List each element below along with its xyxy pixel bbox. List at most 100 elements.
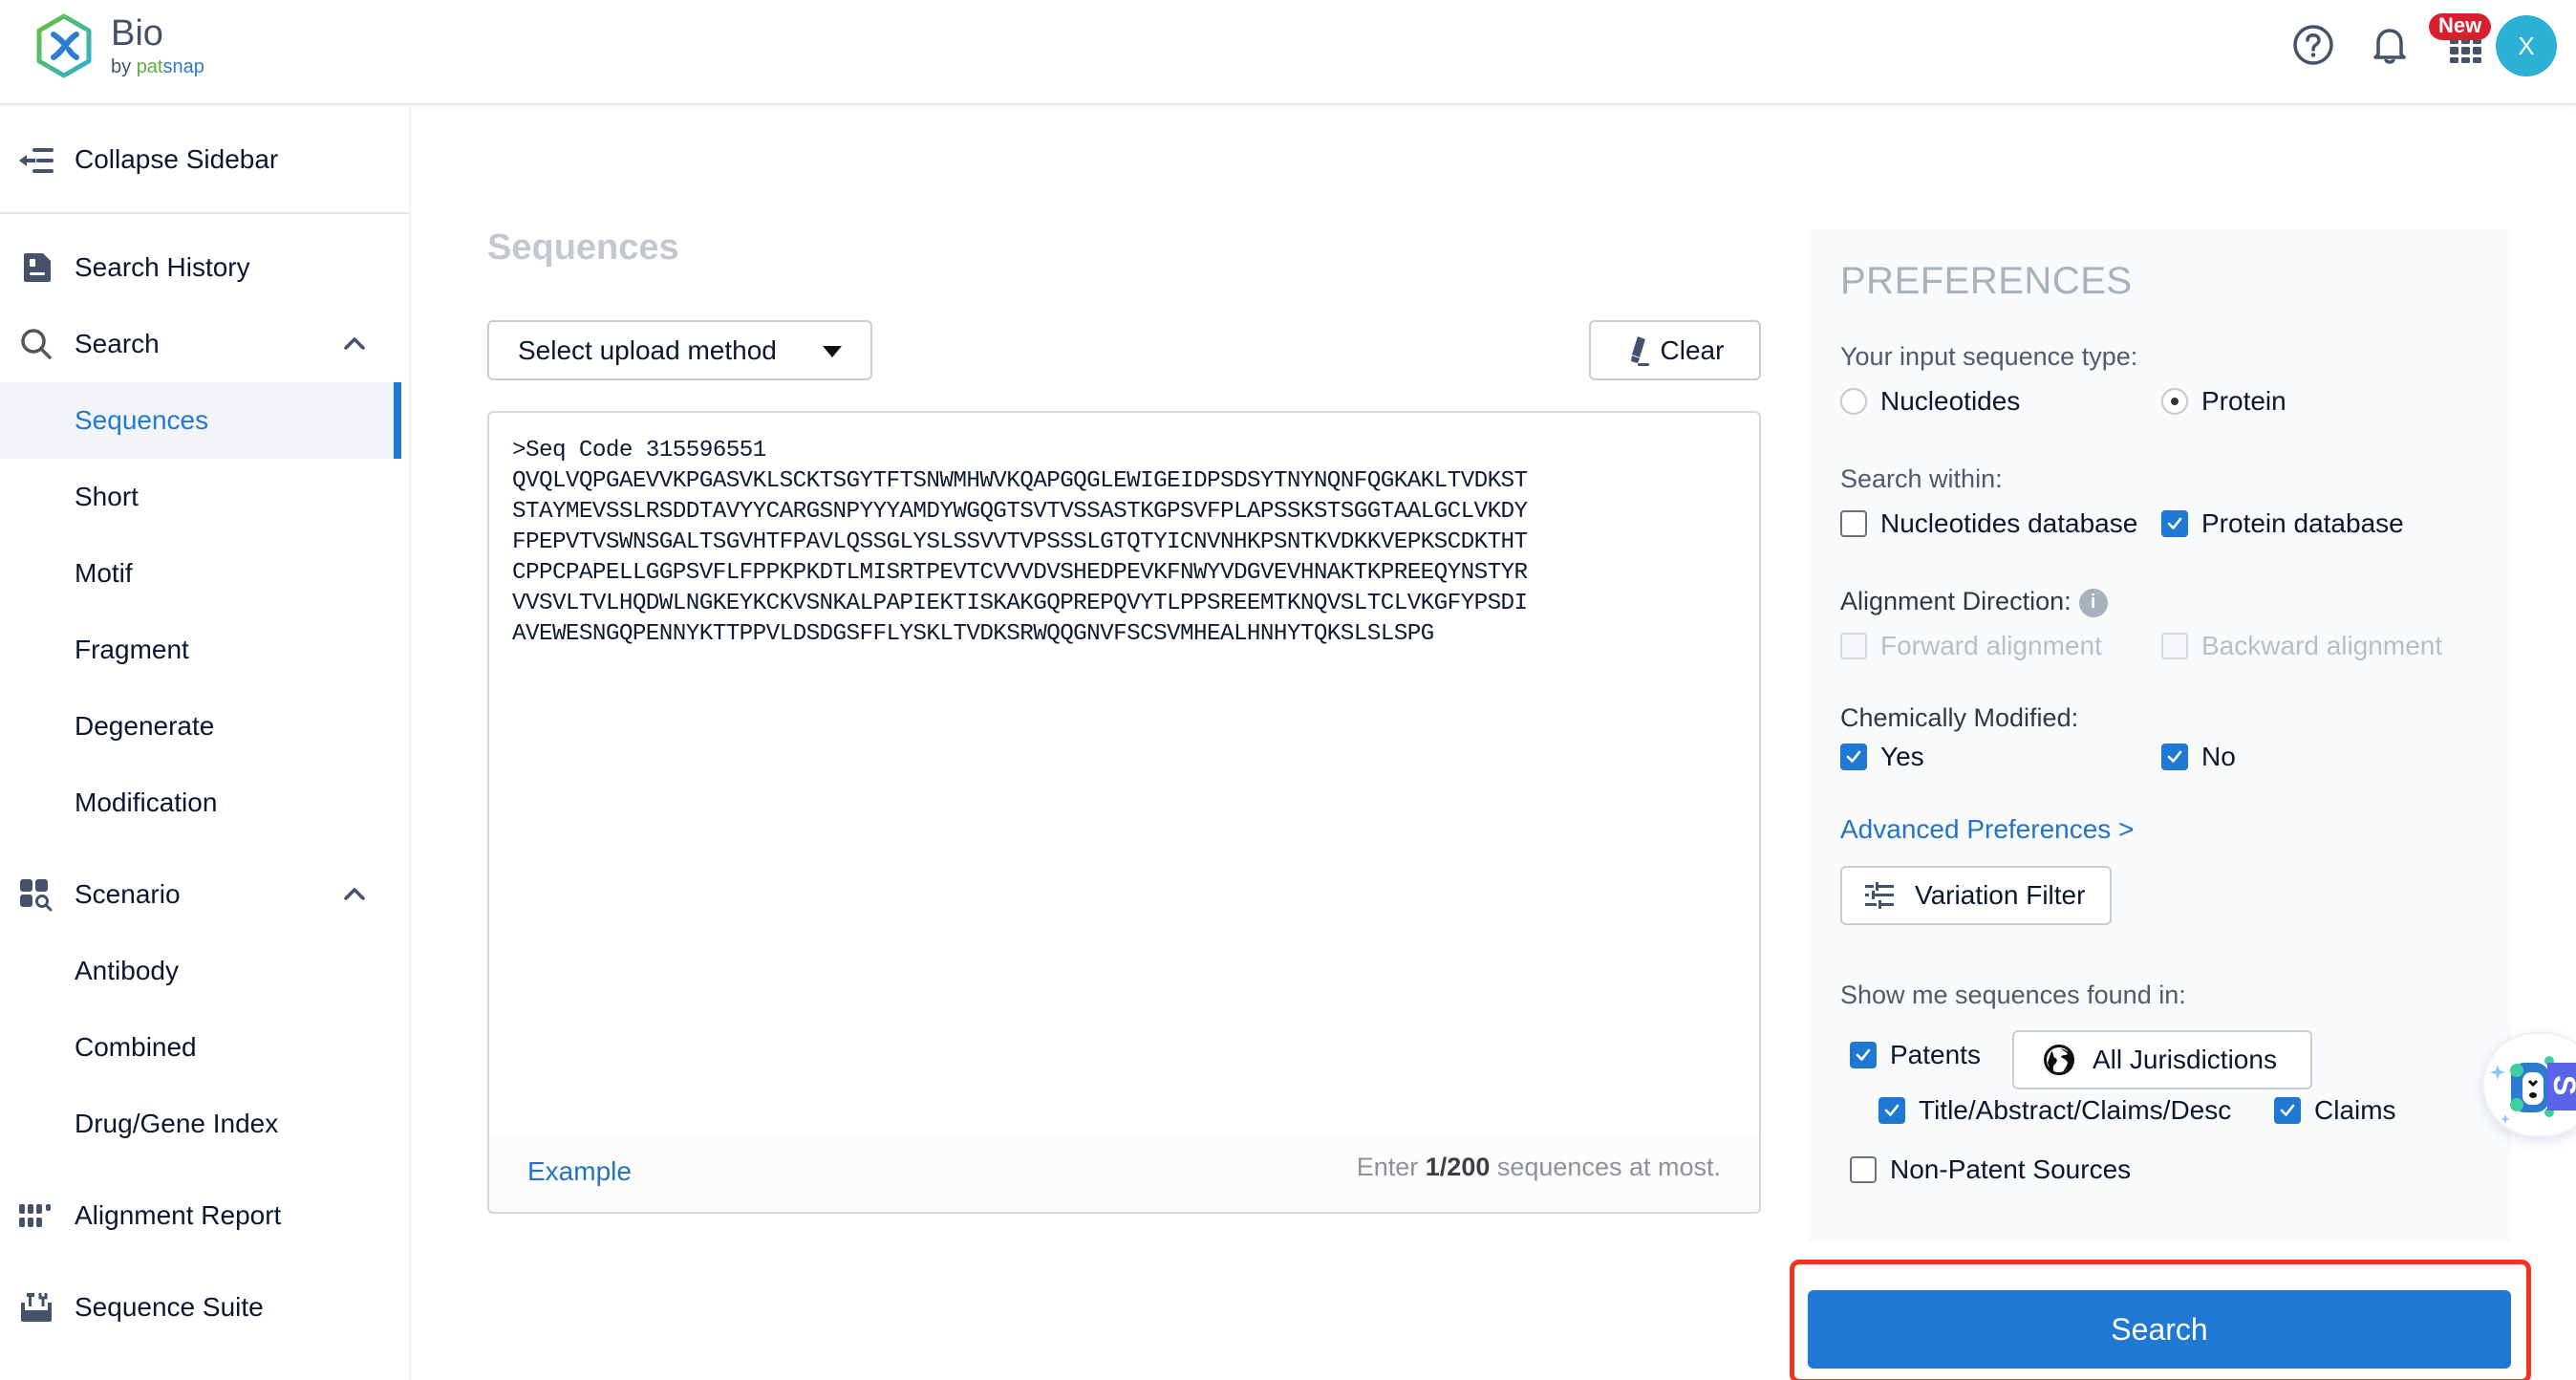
checkbox-chem-mod-yes[interactable]: Yes [1840, 742, 1924, 772]
radio-nucleotides[interactable]: Nucleotides [1840, 386, 2020, 417]
collapse-sidebar-label: Collapse Sidebar [75, 144, 279, 174]
checkbox-patents[interactable]: Patents [1850, 1040, 1981, 1070]
sequence-type-label: Your input sequence type: [1840, 342, 2138, 371]
checkbox-disabled[interactable] [2161, 633, 2188, 659]
checkbox-title-abstract-claims-desc[interactable]: Title/Abstract/Claims/Desc [1878, 1095, 2231, 1126]
bio-patsnap-logo[interactable]: Bio by patsnap [34, 13, 204, 78]
sliders-icon [1865, 882, 1894, 909]
checkbox-claims[interactable]: Claims [2274, 1095, 2396, 1126]
search-history-icon [17, 248, 55, 287]
preferences-title: PREFERENCES [1840, 260, 2133, 302]
checkbox-checked[interactable] [2274, 1097, 2301, 1124]
sidebar-item-label: Sequences [75, 405, 209, 435]
sources-label: Show me sequences found in: [1840, 981, 2186, 1009]
active-indicator [394, 382, 401, 459]
clear-button[interactable]: Clear [1589, 320, 1761, 380]
checkbox-chem-mod-no[interactable]: No [2161, 742, 2236, 772]
new-badge: New [2429, 13, 2492, 40]
preferences-panel: PREFERENCES Your input sequence type: Nu… [1808, 229, 2511, 1242]
sidebar-item-sequence-suite[interactable]: Sequence Suite [0, 1269, 409, 1346]
sidebar-item-combined[interactable]: Combined [0, 1009, 401, 1086]
variation-filter-button[interactable]: Variation Filter [1840, 866, 2112, 925]
radio-button-selected[interactable] [2161, 388, 2188, 415]
sidebar-item-label: Scenario [75, 879, 181, 909]
sidebar-item-label: Modification [75, 787, 218, 817]
radio-protein[interactable]: Protein [2161, 386, 2286, 417]
dna-hexagon-logo-icon [36, 13, 92, 78]
radio-button[interactable] [1840, 388, 1867, 415]
checkbox-forward-alignment[interactable]: Forward alignment [1840, 631, 2102, 661]
checkbox-protein-database[interactable]: Protein database [2161, 508, 2404, 539]
sidebar-item-label: Degenerate [75, 711, 215, 741]
sidebar-item-sequences[interactable]: Sequences [0, 382, 401, 459]
checkbox-nucleotides-database[interactable]: Nucleotides database [1840, 508, 2137, 539]
sidebar-item-label: Drug/Gene Index [75, 1109, 279, 1138]
collapse-sidebar-icon [17, 141, 55, 180]
sidebar-item-label: Sequence Suite [75, 1292, 264, 1322]
checkbox[interactable] [1840, 510, 1867, 537]
search-within-label: Search within: [1840, 464, 2003, 493]
sequence-limit-text: Enter 1/200 sequences at most. [1356, 1153, 1721, 1181]
sidebar-item-search[interactable]: Search [0, 306, 409, 382]
jurisdictions-button[interactable]: All Jurisdictions [2012, 1030, 2312, 1089]
sidebar-item-scenario[interactable]: Scenario [0, 856, 409, 933]
sidebar-item-label: Search History [75, 252, 250, 282]
checkbox-backward-alignment[interactable]: Backward alignment [2161, 631, 2442, 661]
clear-label: Clear [1660, 334, 1725, 365]
logo-title: Bio [111, 13, 163, 54]
sidebar-item-degenerate[interactable]: Degenerate [0, 688, 401, 765]
svg-text:S: S [2547, 1075, 2576, 1095]
sidebar-item-label: Fragment [75, 635, 189, 664]
sequence-count: 1/200 [1425, 1153, 1491, 1181]
sidebar-item-fragment[interactable]: Fragment [0, 612, 401, 688]
sidebar-item-alignment-report[interactable]: Alignment Report [0, 1177, 409, 1254]
sidebar-item-short[interactable]: Short [0, 459, 401, 535]
sidebar-item-drug-gene-index[interactable]: Drug/Gene Index [0, 1086, 401, 1162]
sidebar-item-search-history[interactable]: Search History [0, 229, 409, 306]
chevron-up-icon[interactable] [340, 330, 369, 358]
search-button[interactable]: Search [1808, 1290, 2511, 1369]
sequence-textarea[interactable]: >Seq Code 315596551 QVQLVQPGAEVVKPGASVKL… [512, 436, 1745, 1105]
sidebar-item-label: Motif [75, 558, 133, 588]
checkbox-disabled[interactable] [1840, 633, 1867, 659]
logo-subtitle: by patsnap [111, 56, 204, 77]
collapse-sidebar-button[interactable]: Collapse Sidebar [0, 107, 409, 214]
sidebar-item-label: Combined [75, 1032, 197, 1062]
advanced-preferences-link[interactable]: Advanced Preferences > [1840, 814, 2134, 845]
sidebar-item-label: Short [75, 482, 139, 511]
search-icon [17, 325, 55, 363]
checkbox[interactable] [1850, 1156, 1877, 1183]
bell-icon[interactable] [2368, 23, 2412, 67]
page-title: Sequences [487, 227, 679, 268]
checkbox-checked[interactable] [1850, 1042, 1877, 1068]
checkbox-checked[interactable] [2161, 744, 2188, 770]
robot-assistant-icon: S [2490, 1056, 2576, 1124]
sidebar-item-modification[interactable]: Modification [0, 765, 401, 841]
jurisdictions-label: All Jurisdictions [2093, 1045, 2277, 1074]
alignment-direction-label: Alignment Direction: i [1840, 587, 2108, 617]
sequence-input-box: >Seq Code 315596551 QVQLVQPGAEVVKPGASVKL… [487, 411, 1761, 1214]
sidebar-item-label: Antibody [75, 956, 179, 985]
checkbox-checked[interactable] [1840, 744, 1867, 770]
checkbox-checked[interactable] [2161, 510, 2188, 537]
user-avatar[interactable]: X [2496, 15, 2557, 76]
checkbox-checked[interactable] [1878, 1097, 1905, 1124]
chemically-modified-label: Chemically Modified: [1840, 703, 2079, 732]
chevron-up-icon[interactable] [340, 880, 369, 909]
upload-method-select[interactable]: Select upload method [487, 320, 872, 380]
top-header: Bio by patsnap New X [0, 0, 2576, 105]
alignment-report-icon [17, 1197, 55, 1235]
caret-down-icon [823, 346, 842, 357]
upload-method-selected: Select upload method [518, 334, 777, 365]
sidebar-item-motif[interactable]: Motif [0, 535, 401, 612]
checkbox-non-patent-sources[interactable]: Non-Patent Sources [1850, 1154, 2131, 1185]
sidebar: Collapse Sidebar Search History Search S… [0, 107, 411, 1380]
sidebar-item-label: Alignment Report [75, 1200, 282, 1230]
help-icon[interactable] [2291, 23, 2335, 67]
example-link[interactable]: Example [527, 1156, 632, 1187]
sidebar-item-antibody[interactable]: Antibody [0, 933, 401, 1009]
variation-filter-label: Variation Filter [1915, 880, 2086, 910]
scenario-icon [17, 875, 55, 914]
sidebar-item-label: Search [75, 329, 160, 358]
info-icon[interactable]: i [2078, 588, 2108, 617]
